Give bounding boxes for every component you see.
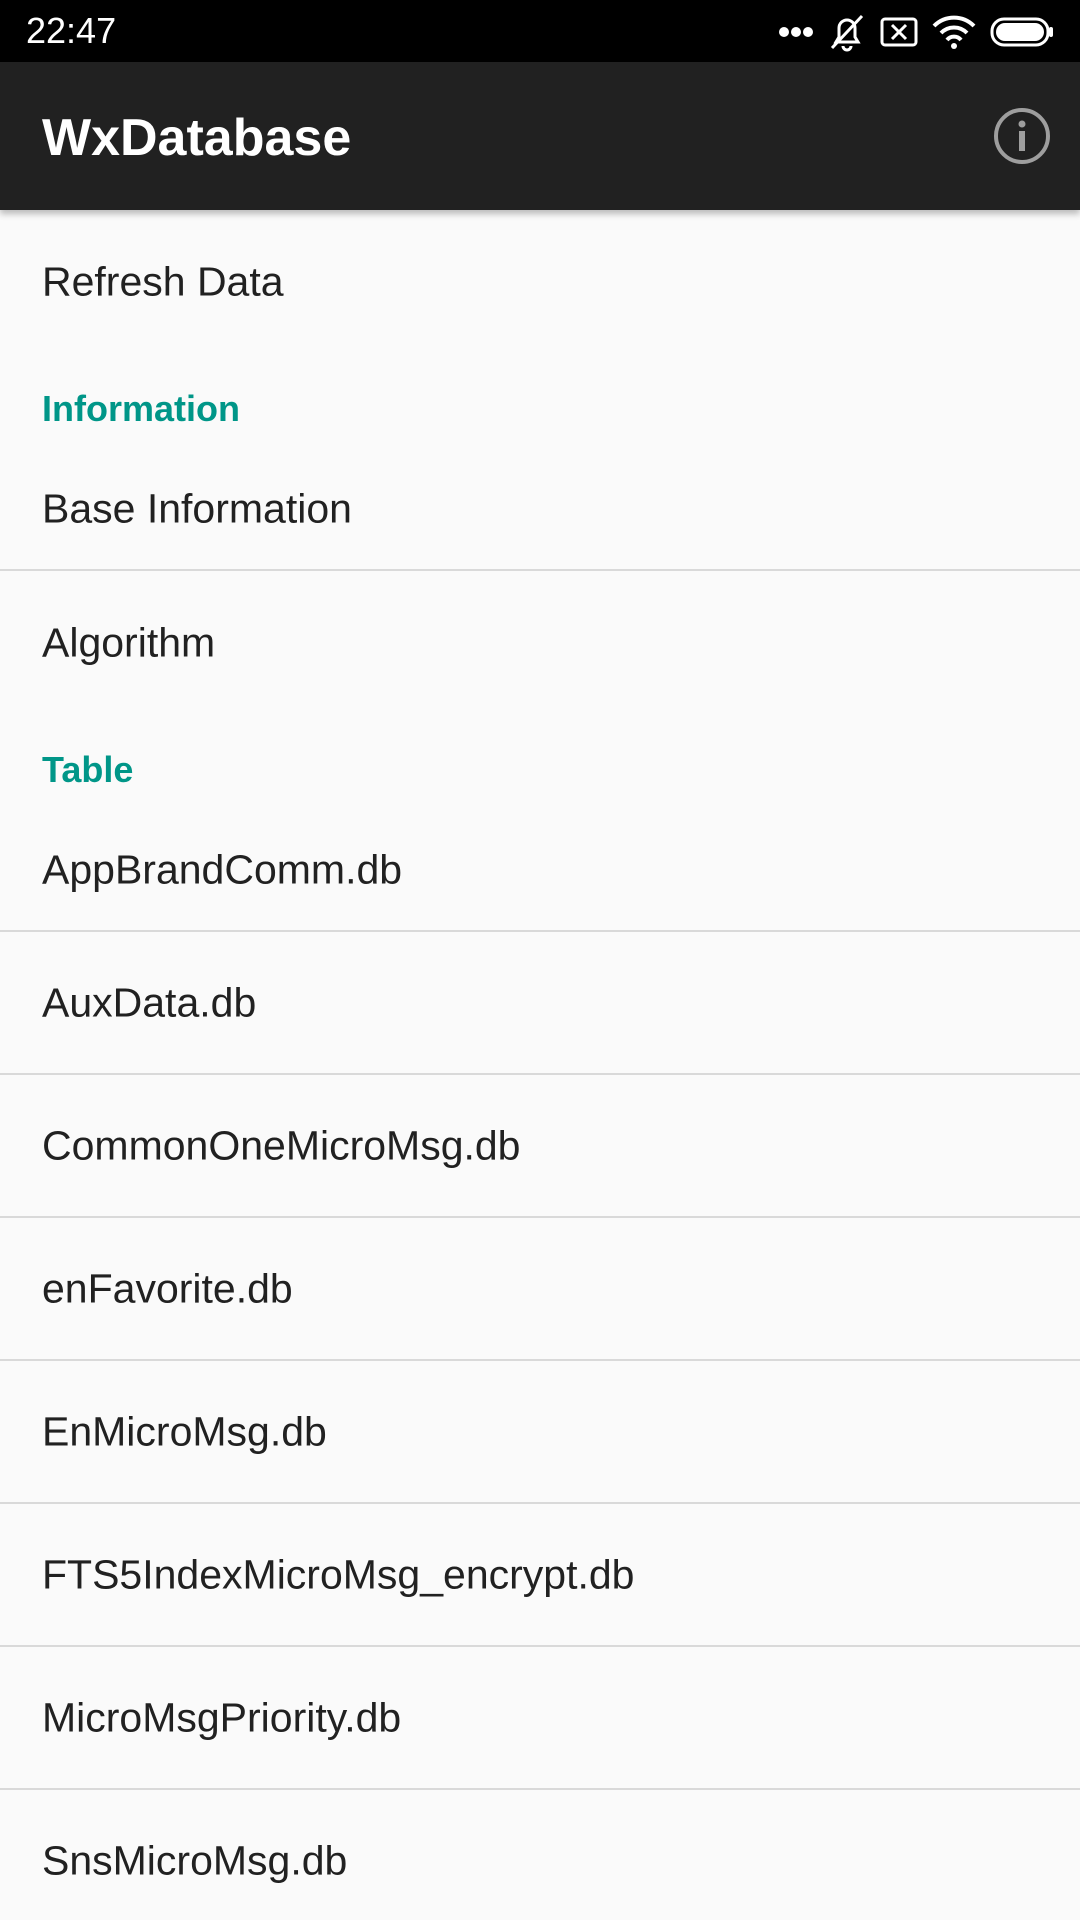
status-bar: 22:47 (0, 0, 1080, 62)
table-item-appbrandcomm[interactable]: AppBrandComm.db (0, 809, 1080, 932)
table-item-micromsgpriority[interactable]: MicroMsgPriority.db (0, 1647, 1080, 1790)
category-table-label: Table (42, 749, 134, 790)
status-time: 22:47 (26, 10, 117, 51)
table-item-label: AuxData.db (42, 979, 257, 1025)
status-icons (778, 12, 1054, 52)
table-item-fts5indexmicromsg[interactable]: FTS5IndexMicroMsg_encrypt.db (0, 1504, 1080, 1647)
more-dots-icon (778, 26, 814, 38)
info-icon (992, 108, 1052, 170)
base-information-item[interactable]: Base Information (0, 448, 1080, 571)
table-item-snsmicromsg[interactable]: SnsMicroMsg.db (0, 1790, 1080, 1920)
table-item-label: CommonOneMicroMsg.db (42, 1122, 521, 1168)
category-information: Information (0, 353, 1080, 448)
table-item-label: FTS5IndexMicroMsg_encrypt.db (42, 1551, 635, 1597)
table-item-enmicromsg[interactable]: EnMicroMsg.db (0, 1361, 1080, 1504)
alarm-off-icon (828, 12, 866, 52)
algorithm-label: Algorithm (42, 619, 216, 665)
table-item-auxdata[interactable]: AuxData.db (0, 932, 1080, 1075)
table-item-label: SnsMicroMsg.db (42, 1837, 348, 1883)
table-item-label: EnMicroMsg.db (42, 1408, 327, 1454)
table-item-label: AppBrandComm.db (42, 846, 403, 892)
table-item-label: MicroMsgPriority.db (42, 1694, 402, 1740)
refresh-data-item[interactable]: Refresh Data (0, 210, 1080, 353)
info-button[interactable] (992, 106, 1052, 166)
algorithm-item[interactable]: Algorithm (0, 571, 1080, 714)
app-bar: WxDatabase (0, 62, 1080, 210)
table-item-commononemicromsg[interactable]: CommonOneMicroMsg.db (0, 1075, 1080, 1218)
preference-list: Refresh Data Information Base Informatio… (0, 210, 1080, 1920)
battery-icon (990, 16, 1054, 48)
base-information-label: Base Information (42, 485, 352, 531)
refresh-data-label: Refresh Data (42, 258, 284, 304)
table-item-enfavorite[interactable]: enFavorite.db (0, 1218, 1080, 1361)
category-table: Table (0, 714, 1080, 809)
category-information-label: Information (42, 388, 240, 429)
sim-x-icon (880, 16, 918, 48)
wifi-icon (932, 14, 976, 50)
app-title: WxDatabase (42, 109, 352, 167)
table-item-label: enFavorite.db (42, 1265, 293, 1311)
